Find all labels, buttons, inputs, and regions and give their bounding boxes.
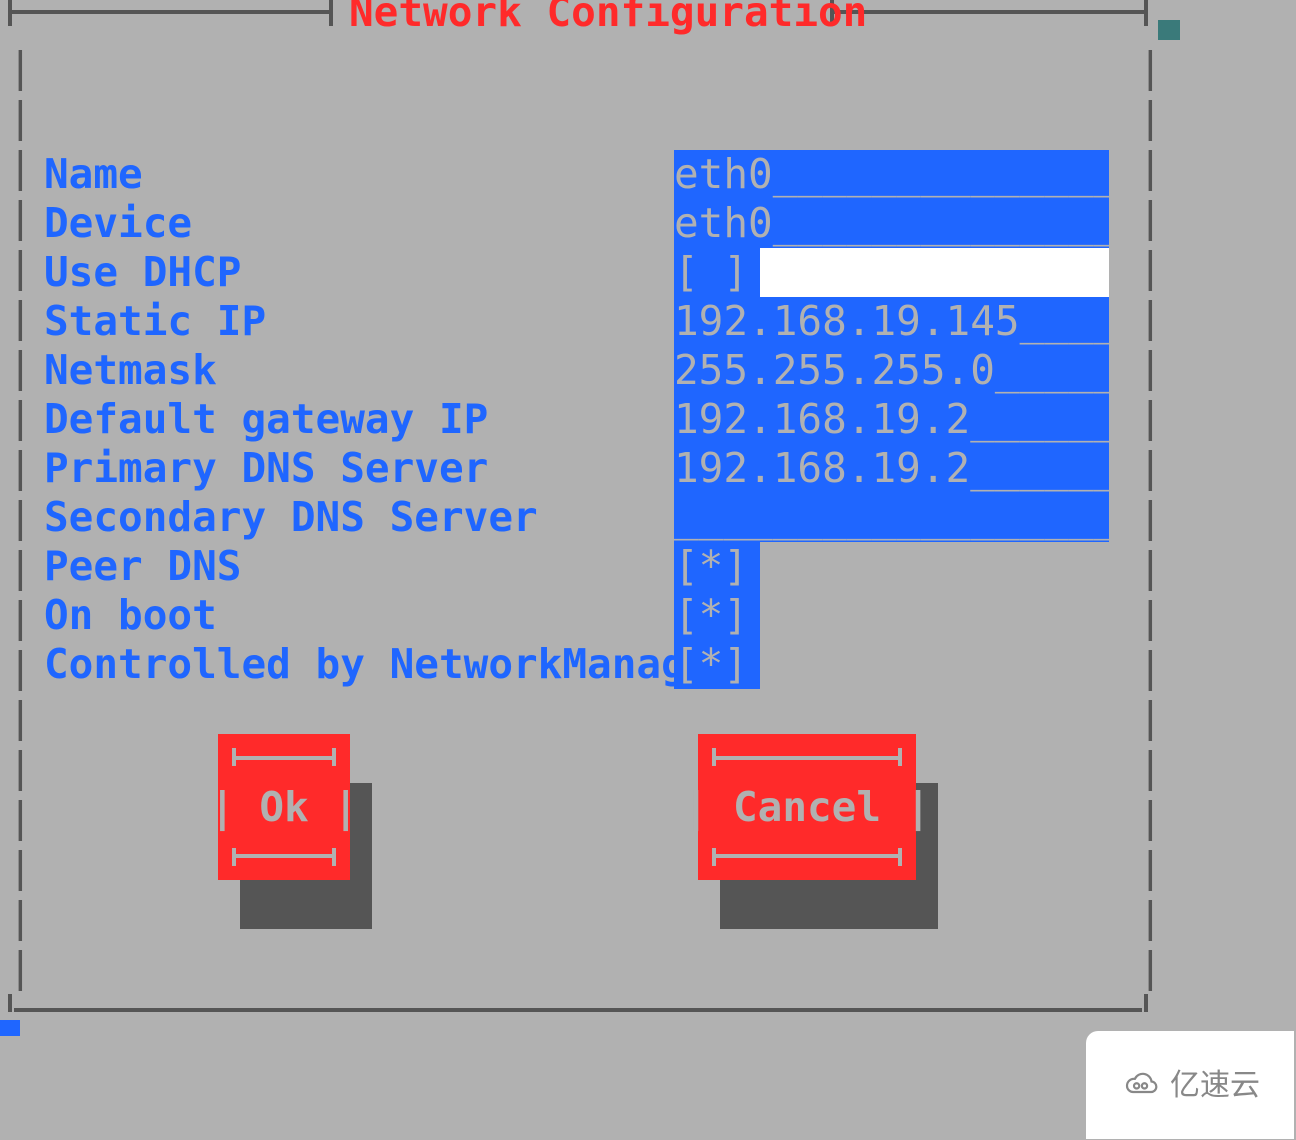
row-networkmanager: Controlled by NetworkManager [*] [44, 640, 1114, 689]
decor-strip [0, 1020, 20, 1036]
frame-tick [8, 994, 12, 1012]
label-on-boot: On boot [44, 591, 674, 640]
ok-button[interactable]: | Ok | [218, 734, 350, 880]
label-networkmanager: Controlled by NetworkManager [44, 640, 674, 689]
label-dns1: Primary DNS Server [44, 444, 674, 493]
label-name: Name [44, 150, 674, 199]
ok-button-wrap: | Ok | [218, 734, 350, 880]
checkbox-on-boot[interactable]: [*] [674, 591, 760, 640]
cancel-button-label: | Cancel | [684, 783, 931, 832]
row-on-boot: On boot [*] [44, 591, 1114, 640]
frame-line [14, 1008, 1142, 1012]
input-dns2[interactable]: ____________________ [674, 493, 1109, 542]
label-dns2: Secondary DNS Server [44, 493, 674, 542]
label-device: Device [44, 199, 674, 248]
row-peer-dns: Peer DNS [*] [44, 542, 1114, 591]
label-netmask: Netmask [44, 346, 674, 395]
row-dns1: Primary DNS Server 192.168.19.2________ [44, 444, 1114, 493]
frame-tick [329, 0, 333, 26]
frame-line [8, 10, 333, 14]
input-dns1[interactable]: 192.168.19.2________ [674, 444, 1109, 493]
input-name[interactable]: eth0________________ [674, 150, 1109, 199]
row-static-ip: Static IP 192.168.19.145______ [44, 297, 1114, 346]
cancel-button-wrap: | Cancel | [698, 734, 916, 880]
label-static-ip: Static IP [44, 297, 674, 346]
frame-tick [1144, 994, 1148, 1012]
watermark-text: 亿速云 [1170, 1061, 1260, 1110]
label-gateway: Default gateway IP [44, 395, 674, 444]
input-gateway[interactable]: 192.168.19.2________ [674, 395, 1109, 444]
cloud-icon [1120, 1064, 1162, 1106]
input-static-ip[interactable]: 192.168.19.145______ [674, 297, 1109, 346]
watermark: 亿速云 [1086, 1031, 1294, 1139]
frame-line [834, 10, 1148, 14]
row-device: Device eth0________________ [44, 199, 1114, 248]
row-use-dhcp: Use DHCP [ ] [44, 248, 1114, 297]
label-use-dhcp: Use DHCP [44, 248, 674, 297]
row-gateway: Default gateway IP 192.168.19.2________ [44, 395, 1114, 444]
checkbox-use-dhcp[interactable]: [ ] [674, 248, 760, 297]
checkbox-networkmanager[interactable]: [*] [674, 640, 760, 689]
row-netmask: Netmask 255.255.255.0_______ [44, 346, 1114, 395]
row-name: Name eth0________________ [44, 150, 1114, 199]
input-netmask[interactable]: 255.255.255.0_______ [674, 346, 1109, 395]
checkbox-peer-dns[interactable]: [*] [674, 542, 760, 591]
cancel-button[interactable]: | Cancel | [698, 734, 916, 880]
decor-pixel [1158, 20, 1180, 40]
dialog-title: Network Configuration [349, 0, 867, 37]
frame-side-left: | | | | | | | | | | | | | | | | | | | [8, 42, 16, 1002]
row-dns2: Secondary DNS Server ___________________… [44, 493, 1114, 542]
blank-after-dhcp [760, 248, 1109, 297]
frame-side-right: | | | | | | | | | | | | | | | | | | | [1138, 42, 1146, 1002]
frame-tick [1144, 0, 1148, 26]
network-form: Name eth0________________ Device eth0___… [44, 150, 1114, 689]
input-device[interactable]: eth0________________ [674, 199, 1109, 248]
frame-tick [8, 0, 12, 26]
label-peer-dns: Peer DNS [44, 542, 674, 591]
ok-button-label: | Ok | [210, 783, 358, 832]
